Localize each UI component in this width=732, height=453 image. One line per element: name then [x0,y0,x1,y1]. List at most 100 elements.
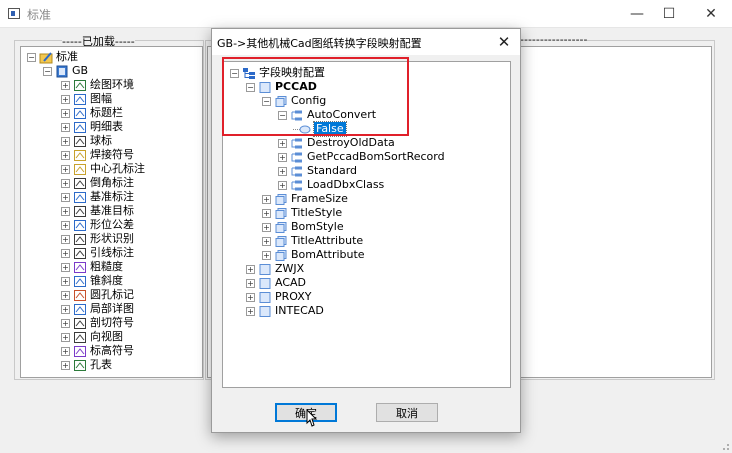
tree-item-title-block[interactable]: + 标题栏 [61,106,123,120]
node-icon [258,81,272,94]
tree-item-config[interactable]: − Config [262,94,326,108]
expand-icon[interactable]: + [262,194,271,204]
expand-icon[interactable]: + [246,292,255,302]
tree-item-direction-view[interactable]: + 向视图 [61,330,123,344]
expand-icon[interactable]: + [61,262,70,272]
tree-item-hole-table[interactable]: + 孔表 [61,358,112,372]
expand-icon[interactable]: + [61,318,70,328]
expand-icon[interactable]: + [61,108,70,118]
tree-item-weld-symbol[interactable]: + 焊接符号 [61,148,134,162]
collapse-icon[interactable]: − [27,52,36,62]
collapse-icon[interactable]: − [246,82,255,92]
collapse-icon[interactable]: − [262,96,271,106]
expand-icon[interactable]: + [61,304,70,314]
tree-item-datum-target[interactable]: + 基准目标 [61,204,134,218]
tree-item-datum[interactable]: + 基准标注 [61,190,134,204]
expand-icon[interactable]: + [61,248,70,258]
tree-item-config-child[interactable]: + Standard [278,164,357,178]
collapse-icon[interactable]: − [43,66,52,76]
tree-label: DestroyOldData [307,136,395,149]
collapse-icon[interactable]: − [278,110,287,120]
expand-icon[interactable]: + [278,138,287,148]
expand-icon[interactable]: + [61,192,70,202]
expand-icon[interactable]: + [61,276,70,286]
expand-icon[interactable]: + [246,306,255,316]
expand-icon[interactable]: + [262,236,271,246]
node-icon [258,291,272,304]
value-icon [293,123,311,136]
expand-icon[interactable]: + [61,206,70,216]
tree-item-autoconvert[interactable]: − AutoConvert [278,108,376,122]
tree-item-pccad-child[interactable]: + BomStyle [262,220,344,234]
expand-icon[interactable]: + [61,136,70,146]
expand-icon[interactable]: + [61,94,70,104]
expand-icon[interactable]: + [61,346,70,356]
tree-item-profile[interactable]: + INTECAD [246,304,324,318]
tree-item-pccad-child[interactable]: + TitleAttribute [262,234,363,248]
expand-icon[interactable]: + [262,250,271,260]
tree-item-pccad-child[interactable]: + FrameSize [262,192,348,206]
bom-table-icon [73,121,87,134]
tree-item-root[interactable]: − 标准 [27,50,78,64]
tree-item-tolerance[interactable]: + 形位公差 [61,218,134,232]
cancel-button[interactable]: 取消 [376,403,438,422]
tree-label: GetPccadBomSortRecord [307,150,445,163]
tree-label: PCCAD [275,80,317,93]
tree-item-bom-table[interactable]: + 明细表 [61,120,123,134]
expand-icon[interactable]: + [61,234,70,244]
tree-item-profile[interactable]: + PROXY [246,290,312,304]
expand-icon[interactable]: + [61,178,70,188]
expand-icon[interactable]: + [61,164,70,174]
expand-icon[interactable]: + [61,220,70,230]
expand-icon[interactable]: + [61,150,70,160]
resize-grip-icon[interactable] [718,439,730,451]
tree-item-balloon[interactable]: + 球标 [61,134,112,148]
tree-item-root[interactable]: − 字段映射配置 [230,66,325,80]
tree-item-shape-recognition[interactable]: + 形状识别 [61,232,134,246]
tree-item-drawing-env[interactable]: + 绘图环境 [61,78,134,92]
tree-item-config-child[interactable]: + GetPccadBomSortRecord [278,150,445,164]
tree-label: 基准目标 [90,204,134,217]
maximize-button[interactable]: ☐ [650,0,688,28]
close-button[interactable]: ✕ [692,0,730,28]
tree-item-roughness[interactable]: + 粗糙度 [61,260,123,274]
tree-item-chamfer[interactable]: + 倒角标注 [61,176,134,190]
standard-tree[interactable]: − 标准 − GB + 绘图环境 + 图幅 + 标题栏 + 明细表 + 球标 + 焊接符号 + 中心孔标注… [20,46,203,378]
expand-icon[interactable]: + [262,208,271,218]
expand-icon[interactable]: + [61,122,70,132]
tree-item-gb[interactable]: − GB [43,64,88,78]
expand-icon[interactable]: + [278,166,287,176]
expand-icon[interactable]: + [278,152,287,162]
expand-icon[interactable]: + [278,180,287,190]
tree-label: 圆孔标记 [90,288,134,301]
tree-item-leader[interactable]: + 引线标注 [61,246,134,260]
mapping-tree[interactable]: − 字段映射配置 − PCCAD − Config − AutoConvert False + De… [222,61,511,388]
stack-icon [274,207,288,220]
expand-icon[interactable]: + [262,222,271,232]
tree-item-frame[interactable]: + 图幅 [61,92,112,106]
tree-item-center-hole[interactable]: + 中心孔标注 [61,162,145,176]
tree-item-pccad[interactable]: − PCCAD [246,80,317,94]
tree-item-profile[interactable]: + ACAD [246,276,306,290]
tree-item-section-symbol[interactable]: + 剖切符号 [61,316,134,330]
expand-icon[interactable]: + [61,332,70,342]
tree-item-detail-view[interactable]: + 局部详图 [61,302,134,316]
tree-item-profile[interactable]: + ZWJX [246,262,304,276]
tree-label: 基准标注 [90,190,134,203]
tree-item-false-value[interactable]: False [293,121,347,137]
tree-item-config-child[interactable]: + LoadDbxClass [278,178,384,192]
expand-icon[interactable]: + [246,264,255,274]
expand-icon[interactable]: + [61,80,70,90]
tree-item-pccad-child[interactable]: + BomAttribute [262,248,365,262]
tree-item-config-child[interactable]: + DestroyOldData [278,136,395,150]
tree-item-taper[interactable]: + 锥斜度 [61,274,123,288]
tree-item-elevation-symbol[interactable]: + 标高符号 [61,344,134,358]
tree-label: 中心孔标注 [90,162,145,175]
tree-item-pccad-child[interactable]: + TitleStyle [262,206,342,220]
expand-icon[interactable]: + [61,290,70,300]
dialog-close-button[interactable]: ✕ [494,32,514,52]
expand-icon[interactable]: + [246,278,255,288]
expand-icon[interactable]: + [61,360,70,370]
collapse-icon[interactable]: − [230,68,239,78]
tree-item-hole-mark[interactable]: + 圆孔标记 [61,288,134,302]
